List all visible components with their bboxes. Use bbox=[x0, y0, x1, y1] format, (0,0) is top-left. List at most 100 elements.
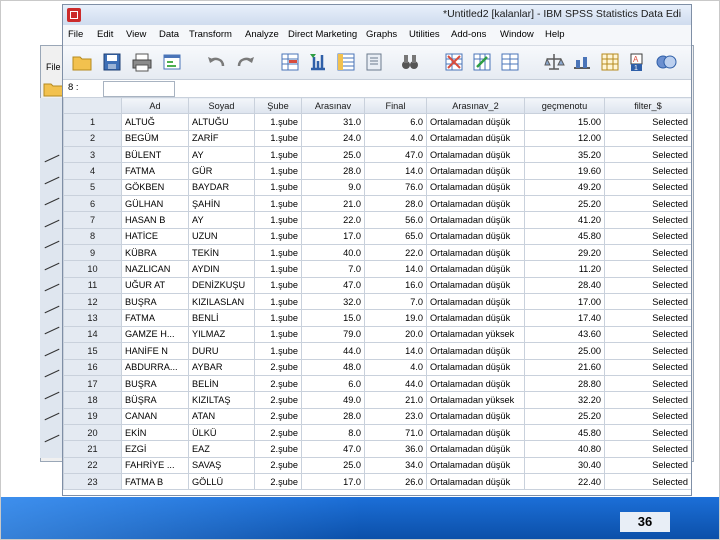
cell-value-field[interactable] bbox=[103, 81, 175, 97]
cell-ad[interactable]: GÖKBEN bbox=[121, 178, 189, 197]
cell-ad[interactable]: EKİN bbox=[121, 423, 189, 442]
column-header-sube[interactable]: Şube bbox=[254, 96, 302, 115]
column-header-arasinav-2[interactable]: Arasınav_2 bbox=[426, 96, 525, 115]
cell-soyad[interactable]: DURU bbox=[188, 342, 255, 360]
cell-arasinav[interactable]: 31.0 bbox=[301, 113, 365, 131]
cell-final[interactable]: 76.0 bbox=[364, 178, 427, 197]
open-folder-icon[interactable] bbox=[71, 51, 93, 73]
cell-sube[interactable]: 1.şube bbox=[254, 227, 302, 246]
cell-sube[interactable]: 1.şube bbox=[254, 178, 302, 197]
menu-window[interactable]: Window bbox=[500, 29, 534, 40]
cell-gecmenotu[interactable]: 35.20 bbox=[524, 146, 605, 164]
cell-soyad[interactable]: DENİZKUŞU bbox=[188, 276, 255, 295]
cell-filter[interactable]: Selected bbox=[604, 325, 691, 344]
cell-ad[interactable]: FATMA bbox=[121, 162, 189, 180]
cell-sube[interactable]: 1.şube bbox=[254, 113, 302, 131]
insert-variable-icon[interactable] bbox=[471, 51, 493, 73]
cell-sube[interactable]: 2.şube bbox=[254, 374, 302, 393]
cell-soyad[interactable]: AY bbox=[188, 146, 255, 164]
cell-final[interactable]: 16.0 bbox=[364, 276, 427, 295]
cell-sube[interactable]: 1.şube bbox=[254, 342, 302, 360]
cell-soyad[interactable]: ATAN bbox=[188, 407, 255, 425]
row-number[interactable]: 3 bbox=[63, 146, 122, 164]
cell-gecmenotu[interactable]: 25.00 bbox=[524, 342, 605, 360]
cell-final[interactable]: 4.0 bbox=[364, 358, 427, 376]
cell-arasinav[interactable]: 49.0 bbox=[301, 391, 365, 409]
cell-arasinav[interactable]: 17.0 bbox=[301, 227, 365, 246]
cell-arasinav[interactable]: 9.0 bbox=[301, 178, 365, 197]
cell-gecmenotu[interactable]: 40.80 bbox=[524, 440, 605, 458]
cell-final[interactable]: 7.0 bbox=[364, 293, 427, 311]
cell-final[interactable]: 23.0 bbox=[364, 407, 427, 425]
redo-icon[interactable] bbox=[235, 51, 257, 73]
cell-sube[interactable]: 1.şube bbox=[254, 260, 302, 278]
cell-filter[interactable]: Selected bbox=[604, 211, 691, 229]
menu-direct-marketing[interactable]: Direct Marketing bbox=[288, 29, 357, 40]
cell-arasinav[interactable]: 24.0 bbox=[301, 129, 365, 148]
cell-filter[interactable]: Selected bbox=[604, 374, 691, 393]
cell-ad[interactable]: FATMA bbox=[121, 309, 189, 327]
row-number[interactable]: 11 bbox=[63, 276, 122, 295]
cell-filter[interactable]: Selected bbox=[604, 260, 691, 278]
cell-ad[interactable]: FAHRİYE ... bbox=[121, 456, 189, 474]
cell-arasinav[interactable]: 25.0 bbox=[301, 146, 365, 164]
cell-arasinav[interactable]: 40.0 bbox=[301, 244, 365, 262]
row-number[interactable]: 4 bbox=[63, 162, 122, 180]
cell-arasinav[interactable]: 17.0 bbox=[301, 472, 365, 491]
cell-ad[interactable]: HATİCE bbox=[121, 227, 189, 246]
row-number[interactable]: 5 bbox=[63, 178, 122, 197]
menu-add-ons[interactable]: Add-ons bbox=[451, 29, 486, 40]
cell-arasinav-2[interactable]: Ortalamadan düşük bbox=[426, 211, 525, 229]
cell-gecmenotu[interactable]: 45.80 bbox=[524, 227, 605, 246]
cell-arasinav[interactable]: 32.0 bbox=[301, 293, 365, 311]
cell-arasinav-2[interactable]: Ortalamadan yüksek bbox=[426, 325, 525, 344]
show-all-variables-icon[interactable] bbox=[655, 51, 677, 73]
value-labels-icon[interactable] bbox=[599, 51, 621, 73]
row-number[interactable]: 12 bbox=[63, 293, 122, 311]
cell-gecmenotu[interactable]: 45.80 bbox=[524, 423, 605, 442]
cell-filter[interactable]: Selected bbox=[604, 276, 691, 295]
cell-ad[interactable]: HASAN B bbox=[121, 211, 189, 229]
cell-gecmenotu[interactable]: 32.20 bbox=[524, 391, 605, 409]
menu-data[interactable]: Data bbox=[159, 29, 179, 40]
cell-sube[interactable]: 2.şube bbox=[254, 391, 302, 409]
cell-gecmenotu[interactable]: 21.60 bbox=[524, 358, 605, 376]
cell-final[interactable]: 71.0 bbox=[364, 423, 427, 442]
cell-sube[interactable]: 1.şube bbox=[254, 129, 302, 148]
row-number[interactable]: 22 bbox=[63, 456, 122, 474]
cell-soyad[interactable]: BENLİ bbox=[188, 309, 255, 327]
cell-arasinav-2[interactable]: Ortalamadan düşük bbox=[426, 456, 525, 474]
cell-sube[interactable]: 2.şube bbox=[254, 472, 302, 491]
cell-sube[interactable]: 2.şube bbox=[254, 407, 302, 425]
cell-gecmenotu[interactable]: 41.20 bbox=[524, 211, 605, 229]
cell-filter[interactable]: Selected bbox=[604, 440, 691, 458]
cell-soyad[interactable]: AY bbox=[188, 211, 255, 229]
cell-ad[interactable]: GÜLHAN bbox=[121, 195, 189, 213]
cell-ad[interactable]: BEGÜM bbox=[121, 129, 189, 148]
cell-gecmenotu[interactable]: 22.40 bbox=[524, 472, 605, 491]
cell-soyad[interactable]: KIZILASLAN bbox=[188, 293, 255, 311]
cell-arasinav-2[interactable]: Ortalamadan düşük bbox=[426, 374, 525, 393]
row-number[interactable]: 16 bbox=[63, 358, 122, 376]
cell-filter[interactable]: Selected bbox=[604, 129, 691, 148]
cell-soyad[interactable]: GÜR bbox=[188, 162, 255, 180]
cell-arasinav[interactable]: 21.0 bbox=[301, 195, 365, 213]
menu-edit[interactable]: Edit bbox=[97, 29, 113, 40]
cell-sube[interactable]: 2.şube bbox=[254, 440, 302, 458]
cell-arasinav-2[interactable]: Ortalamadan düşük bbox=[426, 293, 525, 311]
cell-filter[interactable]: Selected bbox=[604, 146, 691, 164]
cell-final[interactable]: 14.0 bbox=[364, 342, 427, 360]
row-number[interactable]: 1 bbox=[63, 113, 122, 131]
cell-ad[interactable]: BÜŞRA bbox=[121, 391, 189, 409]
cell-arasinav-2[interactable]: Ortalamadan düşük bbox=[426, 162, 525, 180]
cell-final[interactable]: 21.0 bbox=[364, 391, 427, 409]
cell-arasinav-2[interactable]: Ortalamadan yüksek bbox=[426, 391, 525, 409]
cell-filter[interactable]: Selected bbox=[604, 113, 691, 131]
cell-ad[interactable]: BUŞRA bbox=[121, 293, 189, 311]
cell-arasinav[interactable]: 25.0 bbox=[301, 456, 365, 474]
cell-arasinav[interactable]: 7.0 bbox=[301, 260, 365, 278]
cell-gecmenotu[interactable]: 19.60 bbox=[524, 162, 605, 180]
row-number[interactable]: 17 bbox=[63, 374, 122, 393]
cell-gecmenotu[interactable]: 49.20 bbox=[524, 178, 605, 197]
variables-icon[interactable] bbox=[335, 51, 357, 73]
